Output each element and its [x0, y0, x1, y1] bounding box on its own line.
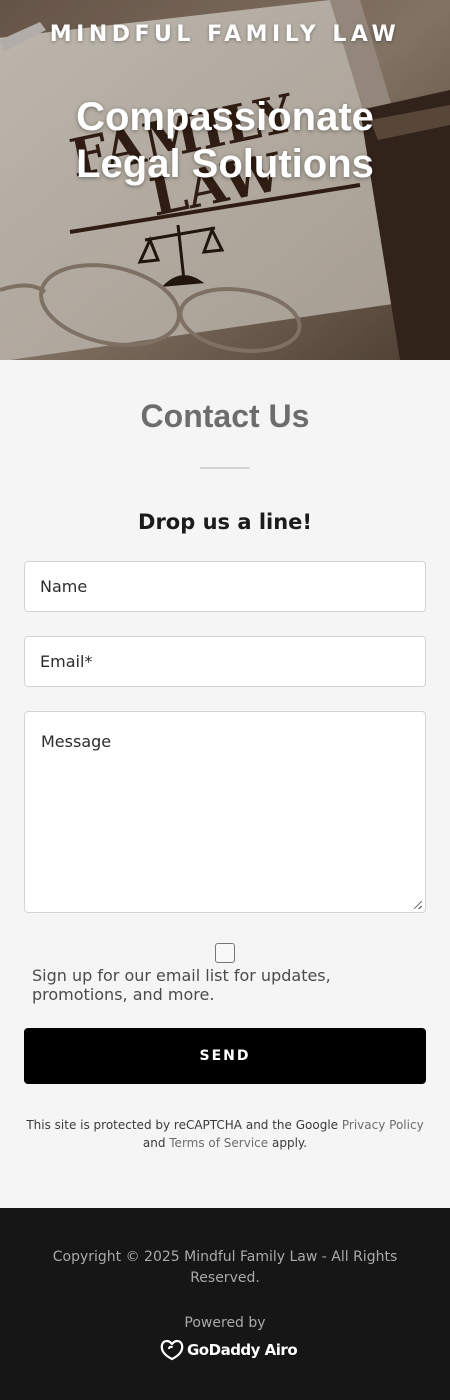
recaptcha-notice: This site is protected by reCAPTCHA and … — [20, 1116, 430, 1152]
hero-tagline: Compassionate Legal Solutions — [76, 95, 374, 186]
godaddy-airo-link[interactable]: GoDaddy Airo — [160, 1339, 298, 1361]
brand-logo-text[interactable]: MINDFUL FAMILY LAW — [0, 22, 450, 47]
recaptcha-suffix: apply. — [271, 1136, 308, 1150]
recaptcha-middle: and — [142, 1136, 166, 1150]
contact-section: Contact Us Drop us a line! Name Email* M… — [0, 360, 450, 1208]
hero-banner: FAMILY LAW MINDFUL FAMILY LAW Compassion… — [0, 0, 450, 360]
textarea-resize-handle[interactable] — [414, 901, 422, 909]
powered-by-text: Powered by — [184, 1315, 266, 1331]
email-signup-checkbox[interactable] — [215, 943, 235, 963]
name-input[interactable]: Name — [24, 561, 426, 612]
privacy-policy-link[interactable]: Privacy Policy — [342, 1118, 424, 1132]
email-placeholder: Email* — [40, 652, 93, 671]
send-button[interactable]: SEND — [24, 1028, 426, 1084]
terms-of-service-link[interactable]: Terms of Service — [169, 1136, 268, 1150]
godaddy-airo-label: GoDaddy Airo — [187, 1341, 298, 1359]
copyright-text: Copyright © 2025 Mindful Family Law - Al… — [52, 1249, 398, 1286]
message-textarea[interactable]: Message — [24, 711, 426, 913]
email-input[interactable]: Email* — [24, 636, 426, 687]
footer: Copyright © 2025 Mindful Family Law - Al… — [0, 1208, 450, 1400]
contact-subtitle: Drop us a line! — [138, 510, 312, 534]
recaptcha-prefix: This site is protected by reCAPTCHA and … — [26, 1118, 339, 1132]
email-signup-label[interactable]: Sign up for our email list for updates, … — [32, 966, 412, 1004]
message-placeholder: Message — [41, 732, 112, 751]
godaddy-logo-icon — [160, 1339, 184, 1361]
name-placeholder: Name — [40, 577, 88, 596]
section-divider — [200, 467, 250, 469]
contact-title: Contact Us — [140, 398, 310, 434]
